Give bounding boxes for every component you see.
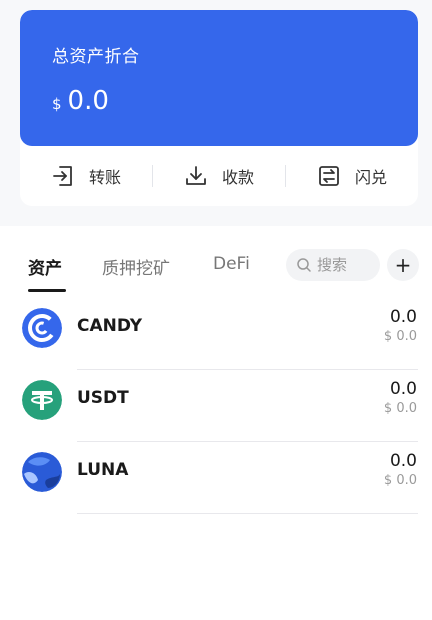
row-divider — [77, 513, 418, 514]
usdt-coin-icon — [22, 380, 62, 420]
receive-button[interactable]: 收款 — [153, 146, 285, 206]
wallet-card: 总资产折合 $ 0.0 转账 收款 闪兑 — [20, 10, 418, 206]
luna-coin-icon — [22, 452, 62, 492]
balance-currency: $ — [52, 95, 62, 113]
asset-amount: 0.0 — [389, 451, 417, 471]
asset-usd-value: $ 0.0 — [383, 473, 417, 488]
asset-amount: 0.0 — [389, 379, 417, 399]
transfer-icon — [53, 166, 72, 186]
search-box[interactable] — [286, 249, 380, 281]
transfer-button[interactable]: 转账 — [20, 146, 152, 206]
wallet-screen: 总资产折合 $ 0.0 转账 收款 闪兑 资产 质押挖矿 DeFi 搜索 + C… — [0, 0, 432, 620]
asset-list-area: 资产 质押挖矿 DeFi + CANDY 0.0 $ 0.0 — [0, 226, 432, 620]
balance-value: $ 0.0 — [52, 86, 109, 116]
search-input[interactable] — [317, 256, 379, 274]
transfer-label: 转账 — [88, 168, 121, 187]
receive-icon — [186, 166, 206, 185]
asset-amount: 0.0 — [389, 307, 417, 327]
active-tab-indicator — [28, 289, 66, 292]
add-asset-button[interactable]: + — [387, 249, 419, 281]
tab-staking[interactable]: 质押挖矿 — [102, 254, 170, 279]
actions-row: 转账 收款 闪兑 — [20, 146, 418, 206]
asset-name: LUNA — [77, 460, 129, 480]
asset-row-candy[interactable]: CANDY 0.0 $ 0.0 — [0, 298, 432, 370]
balance-label: 总资产折合 — [52, 47, 140, 67]
asset-name: USDT — [77, 388, 129, 408]
asset-usd-value: $ 0.0 — [383, 401, 417, 416]
swap-button[interactable]: 闪兑 — [286, 146, 418, 206]
swap-icon — [319, 166, 339, 186]
tab-assets[interactable]: 资产 — [28, 254, 62, 279]
balance-panel: 总资产折合 $ 0.0 — [20, 10, 418, 146]
asset-usd-value: $ 0.0 — [383, 329, 417, 344]
search-icon — [297, 258, 311, 272]
asset-row-luna[interactable]: LUNA 0.0 $ 0.0 — [0, 442, 432, 514]
asset-name: CANDY — [77, 316, 143, 336]
balance-amount: 0.0 — [67, 86, 109, 116]
swap-label: 闪兑 — [354, 168, 387, 187]
receive-label: 收款 — [221, 168, 254, 187]
candy-coin-icon — [22, 308, 62, 348]
asset-row-usdt[interactable]: USDT 0.0 $ 0.0 — [0, 370, 432, 442]
tab-bar: 资产 质押挖矿 DeFi + — [0, 226, 432, 292]
tab-defi[interactable]: DeFi — [213, 254, 250, 274]
